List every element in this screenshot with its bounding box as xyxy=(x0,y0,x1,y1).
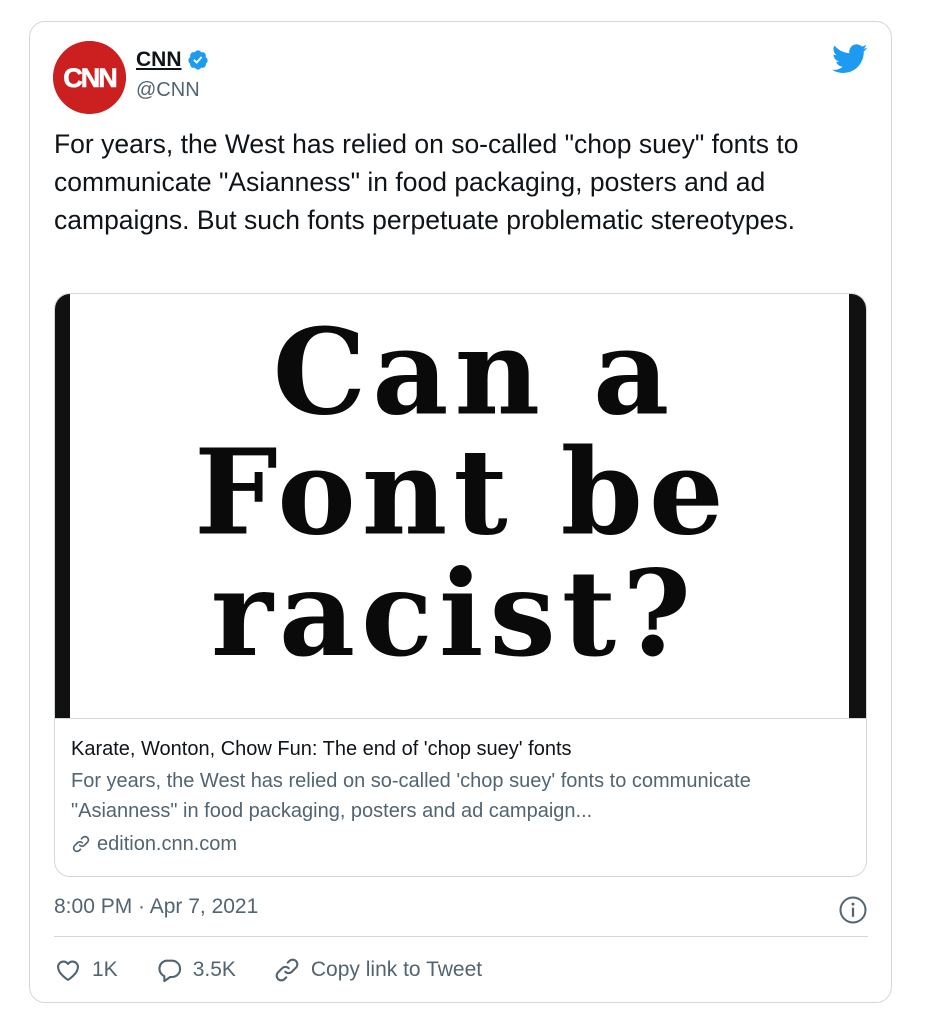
link-description: For years, the West has relied on so-cal… xyxy=(71,770,751,822)
copy-link-icon xyxy=(275,958,299,982)
image-line-3: racist? xyxy=(211,544,697,683)
author-handle[interactable]: @CNN xyxy=(136,79,200,102)
verified-badge-icon xyxy=(187,50,208,70)
avatar-logo-text: CNN xyxy=(63,63,116,93)
image-headline: Can a Font be racist? xyxy=(194,303,730,683)
reply-button[interactable]: 3.5K xyxy=(155,956,236,984)
tweet-timestamp[interactable]: 8:00 PM · Apr 7, 2021 xyxy=(54,895,258,919)
author-name[interactable]: CNN xyxy=(136,48,182,72)
reply-count: 3.5K xyxy=(192,958,236,981)
link-title: Karate, Wonton, Chow Fun: The end of 'ch… xyxy=(71,738,572,760)
action-bar: 1K 3.5K Copy link to Tweet xyxy=(54,956,482,984)
image-line-1: Can a xyxy=(273,303,676,442)
tweet-text: For years, the West has relied on so-cal… xyxy=(54,129,799,235)
tweet-card: CNN CNN @CNN For years, the West has rel… xyxy=(29,21,892,1003)
copy-link-button[interactable]: Copy link to Tweet xyxy=(273,956,482,984)
image-line-2: Font be xyxy=(194,422,730,561)
reply-bubble-icon xyxy=(158,959,181,983)
link-domain-row: edition.cnn.com xyxy=(71,829,851,859)
copy-link-label: Copy link to Tweet xyxy=(310,958,483,981)
cnn-logo-icon: CNN xyxy=(53,41,126,114)
divider xyxy=(54,936,868,937)
twitter-bird-icon[interactable] xyxy=(832,44,868,74)
link-preview-meta: Karate, Wonton, Chow Fun: The end of 'ch… xyxy=(71,735,851,859)
link-icon xyxy=(72,835,90,853)
like-button[interactable]: 1K xyxy=(54,956,118,984)
link-preview-image[interactable]: Can a Font be racist? xyxy=(55,294,866,719)
heart-icon xyxy=(57,960,79,981)
info-icon[interactable] xyxy=(838,895,868,925)
link-domain: edition.cnn.com xyxy=(97,833,238,855)
avatar[interactable]: CNN xyxy=(53,41,126,114)
author-name-row: CNN xyxy=(136,48,209,72)
like-count: 1K xyxy=(92,958,118,981)
link-preview-card[interactable]: Can a Font be racist? Karate, Wonton, Ch… xyxy=(54,293,867,877)
